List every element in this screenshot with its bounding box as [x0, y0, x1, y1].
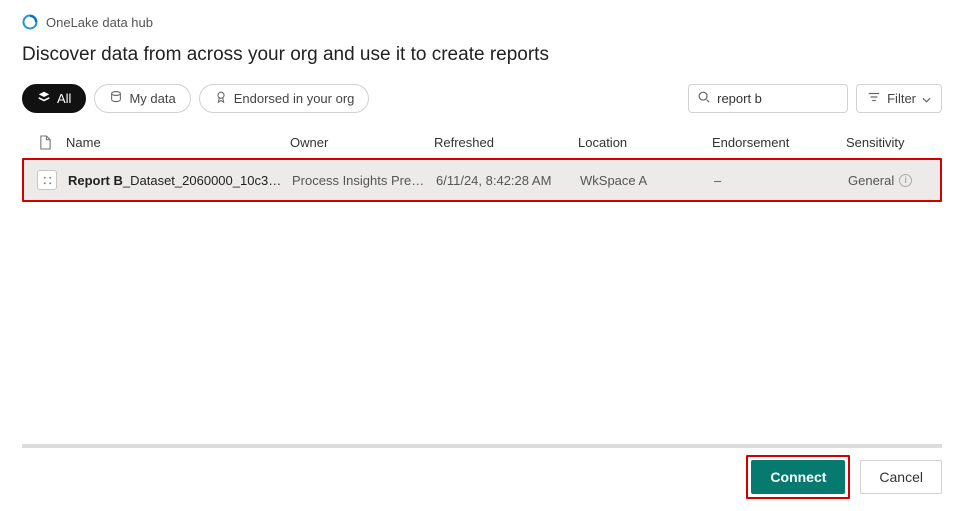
ribbon-icon: [214, 90, 228, 107]
cell-owner: Process Insights Pre…: [292, 173, 432, 188]
chevron-down-icon: [922, 91, 931, 106]
connect-button[interactable]: Connect: [751, 460, 845, 494]
app-title: OneLake data hub: [22, 14, 942, 30]
toolbar: All My data Endorsed in your org ✕ Filte…: [0, 84, 964, 113]
filter-pill-all[interactable]: All: [22, 84, 86, 113]
cell-endorsement: –: [714, 173, 844, 188]
scroll-track: [22, 444, 942, 448]
column-type-icon: [28, 135, 62, 150]
data-table: Name Owner Refreshed Location Endorsemen…: [22, 127, 942, 202]
row-highlight-annotation: Report B_Dataset_2060000_10c38… Process …: [22, 158, 942, 202]
column-head-name[interactable]: Name: [66, 135, 286, 150]
dataset-type-icon: [37, 170, 57, 190]
cell-location: WkSpace A: [580, 173, 710, 188]
filter-button[interactable]: Filter: [856, 84, 942, 113]
app-name-text: OneLake data hub: [46, 15, 153, 30]
table-header-row: Name Owner Refreshed Location Endorsemen…: [22, 127, 942, 158]
stack-icon: [37, 90, 51, 107]
search-icon: [697, 90, 711, 107]
table-row[interactable]: Report B_Dataset_2060000_10c38… Process …: [24, 160, 940, 200]
column-head-owner[interactable]: Owner: [290, 135, 430, 150]
info-icon[interactable]: i: [899, 174, 912, 187]
filter-icon: [867, 90, 881, 107]
search-box[interactable]: ✕: [688, 84, 848, 113]
cell-refreshed: 6/11/24, 8:42:28 AM: [436, 173, 576, 188]
cancel-button[interactable]: Cancel: [860, 460, 942, 494]
page-title: Discover data from across your org and u…: [22, 44, 942, 66]
column-head-endorsement[interactable]: Endorsement: [712, 135, 842, 150]
filter-pill-my-data[interactable]: My data: [94, 84, 190, 113]
dialog-footer: Connect Cancel: [746, 455, 942, 499]
cell-sensitivity: General i: [848, 173, 958, 188]
column-head-refreshed[interactable]: Refreshed: [434, 135, 574, 150]
filter-pill-endorsed[interactable]: Endorsed in your org: [199, 84, 370, 113]
filter-pill-all-label: All: [57, 91, 71, 106]
database-icon: [109, 90, 123, 107]
column-head-location[interactable]: Location: [578, 135, 708, 150]
filter-pill-endorsed-label: Endorsed in your org: [234, 91, 355, 106]
column-head-sensitivity[interactable]: Sensitivity: [846, 135, 956, 150]
cell-name: Report B_Dataset_2060000_10c38…: [68, 173, 288, 188]
onelake-logo-icon: [22, 14, 38, 30]
filter-button-label: Filter: [887, 91, 916, 106]
filter-pill-my-data-label: My data: [129, 91, 175, 106]
connect-highlight-annotation: Connect: [746, 455, 850, 499]
